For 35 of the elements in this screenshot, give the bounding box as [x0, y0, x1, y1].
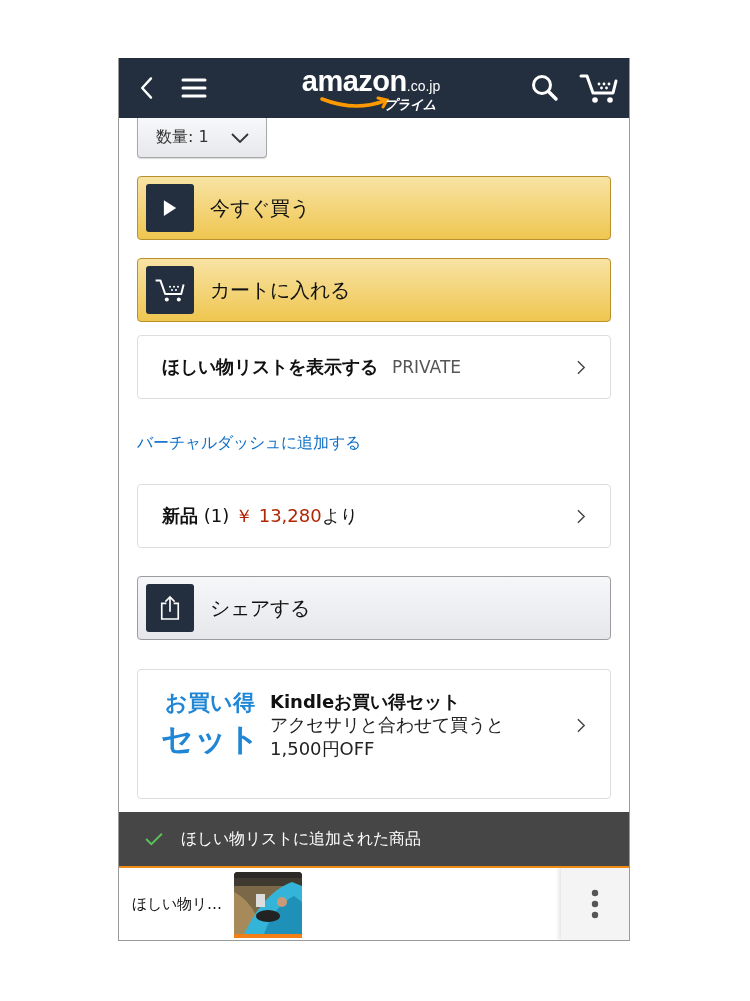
chevron-down-icon — [230, 132, 249, 143]
promo-title: Kindleお買い得セット — [270, 689, 462, 714]
quantity-dropdown[interactable]: 数量: 1 — [137, 118, 267, 158]
logo-prime: プライム — [384, 95, 436, 114]
more-icon — [591, 889, 599, 919]
promo-description: 1,500円OFF — [270, 736, 376, 761]
promo-badge-text: セット — [160, 719, 260, 760]
new-offers-text: 新品 (1) ￥ 13,280より — [162, 504, 358, 528]
chevron-right-icon — [577, 508, 586, 524]
amazon-logo[interactable]: amazon.co.jp プライム — [211, 62, 531, 114]
share-icon — [159, 595, 181, 621]
chevron-right-icon — [577, 359, 586, 375]
play-icon — [163, 199, 177, 217]
check-icon — [145, 832, 163, 846]
privacy-label: PRIVATE — [392, 357, 462, 377]
new-offers-row[interactable]: 新品 (1) ￥ 13,280より — [137, 484, 611, 548]
promo-description: アクセサリと合わせて買うと — [270, 713, 504, 737]
menu-icon[interactable] — [181, 77, 207, 99]
cart-icon — [154, 277, 186, 303]
cart-icon[interactable] — [579, 72, 619, 104]
chevron-right-icon — [577, 717, 586, 733]
search-icon[interactable] — [531, 74, 559, 102]
promo-badge-text: お買い得 — [165, 689, 255, 717]
wishlist-bar-label[interactable]: ほしい物リ… — [132, 894, 222, 914]
wishlist-label: ほしい物リストを表示する — [162, 355, 378, 379]
wishlist-row[interactable]: ほしい物リストを表示する PRIVATE — [137, 335, 611, 399]
back-icon[interactable] — [139, 75, 155, 101]
buy-now-button[interactable]: 今すぐ買う — [137, 176, 611, 240]
virtual-dash-link[interactable]: バーチャルダッシュに追加する — [137, 433, 611, 454]
share-button[interactable]: シェアする — [137, 576, 611, 640]
toast-message: ほしい物リストに追加された商品 — [181, 828, 421, 850]
logo-domain: .co.jp — [406, 78, 441, 93]
logo-wordmark: amazon — [301, 66, 407, 96]
wishlist-thumbnail[interactable] — [234, 872, 302, 938]
add-to-cart-button[interactable]: カートに入れる — [137, 258, 611, 322]
